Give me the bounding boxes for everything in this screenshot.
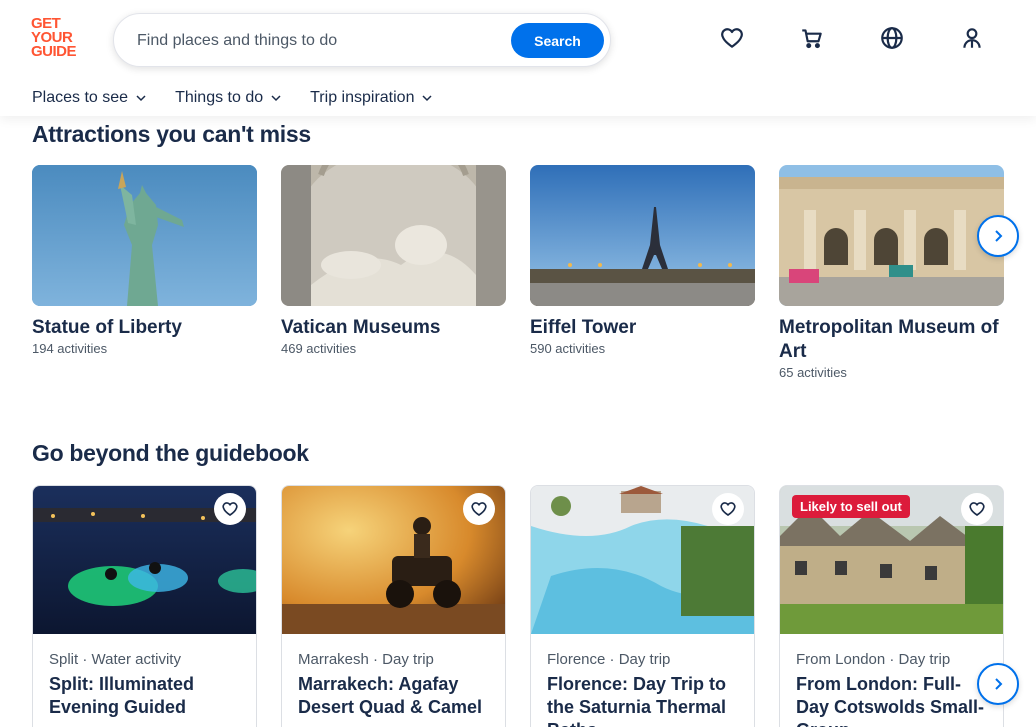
- chevron-down-icon: [136, 95, 146, 102]
- wishlist-button[interactable]: [463, 493, 495, 525]
- activity-title: From London: Full-Day Cotswolds Small-Gr…: [796, 674, 985, 727]
- chevron-down-icon: [422, 95, 432, 102]
- nav-places-to-see[interactable]: Places to see: [32, 89, 147, 107]
- cart-icon[interactable]: [799, 25, 825, 51]
- activity-meta: From London · Day trip: [796, 651, 951, 668]
- heart-icon: [720, 502, 736, 516]
- statue-of-liberty-image: [32, 165, 257, 306]
- split-kayak-image: [33, 486, 256, 634]
- marrakech-quad-image: [282, 486, 505, 634]
- activity-card-cotswolds[interactable]: Likely to sell out From London · Day tri…: [779, 485, 1004, 727]
- attractions-title: Attractions you can't miss: [32, 121, 311, 147]
- activity-card-marrakech[interactable]: Marrakesh · Day trip Marrakech: Agafay D…: [281, 485, 506, 727]
- nav-label: Places to see: [32, 89, 129, 106]
- getyourguide-logo[interactable]: GET YOUR GUIDE: [31, 16, 91, 60]
- activity-count: 469 activities: [281, 341, 357, 356]
- likely-to-sell-out-badge: Likely to sell out: [792, 495, 910, 518]
- heart-icon: [471, 502, 487, 516]
- logo-text-line-3: GUIDE: [31, 43, 77, 60]
- vatican-museums-image: [281, 165, 506, 306]
- search-bar: Search: [113, 13, 611, 67]
- attractions-next-button[interactable]: [977, 215, 1019, 257]
- saturnia-baths-image: [531, 486, 754, 634]
- site-header: GET YOUR GUIDE Search Places to see Thin…: [0, 0, 1036, 116]
- activity-title: Marrakech: Agafay Desert Quad & Camel: [298, 674, 483, 717]
- wishlist-button[interactable]: [214, 493, 246, 525]
- activity-count: 590 activities: [530, 341, 606, 356]
- chevron-right-icon: [995, 678, 1003, 690]
- activity-count: 65 activities: [779, 365, 847, 380]
- nav-label: Trip inspiration: [310, 89, 415, 106]
- attraction-name: Vatican Museums: [281, 317, 441, 338]
- search-button[interactable]: Search: [511, 23, 604, 58]
- activity-count: 194 activities: [32, 341, 108, 356]
- heart-icon[interactable]: [719, 25, 745, 51]
- activity-card-split[interactable]: Split · Water activity Split: Illuminate…: [32, 485, 257, 727]
- nav-trip-inspiration[interactable]: Trip inspiration: [310, 89, 433, 107]
- eiffel-tower-image: [530, 165, 755, 306]
- metropolitan-museum-image: [779, 165, 1004, 306]
- attraction-card-metropolitan-museum[interactable]: Metropolitan Museum of Art 65 activities: [779, 165, 1004, 380]
- activity-meta: Marrakesh · Day trip: [298, 651, 434, 668]
- search-input[interactable]: [137, 28, 507, 54]
- activity-meta: Split · Water activity: [49, 651, 181, 668]
- attraction-card-eiffel-tower[interactable]: Eiffel Tower 590 activities: [530, 165, 755, 356]
- heart-icon: [222, 502, 238, 516]
- wishlist-button[interactable]: [961, 493, 993, 525]
- activity-title: Florence: Day Trip to the Saturnia Therm…: [547, 674, 727, 727]
- cotswolds-village-image: Likely to sell out: [780, 486, 1003, 634]
- wishlist-button[interactable]: [712, 493, 744, 525]
- attraction-name: Metropolitan Museum of Art: [779, 317, 999, 362]
- activity-meta: Florence · Day trip: [547, 651, 671, 668]
- person-icon[interactable]: [959, 25, 985, 51]
- heart-icon: [969, 502, 985, 516]
- attraction-card-vatican-museums[interactable]: Vatican Museums 469 activities: [281, 165, 506, 356]
- activity-title: Split: Illuminated Evening Guided: [49, 674, 195, 717]
- activity-card-florence[interactable]: Florence · Day trip Florence: Day Trip t…: [530, 485, 755, 727]
- globe-icon[interactable]: [879, 25, 905, 51]
- attraction-card-statue-of-liberty[interactable]: Statue of Liberty 194 activities: [32, 165, 257, 356]
- guidebook-next-button[interactable]: [977, 663, 1019, 705]
- chevron-down-icon: [271, 95, 281, 102]
- attraction-name: Statue of Liberty: [32, 317, 182, 338]
- nav-things-to-do[interactable]: Things to do: [175, 89, 282, 107]
- guidebook-title: Go beyond the guidebook: [32, 440, 309, 466]
- attraction-name: Eiffel Tower: [530, 317, 637, 338]
- chevron-right-icon: [995, 230, 1003, 242]
- nav-label: Things to do: [175, 89, 264, 106]
- main-nav: Places to see Things to do Trip inspirat…: [32, 89, 461, 107]
